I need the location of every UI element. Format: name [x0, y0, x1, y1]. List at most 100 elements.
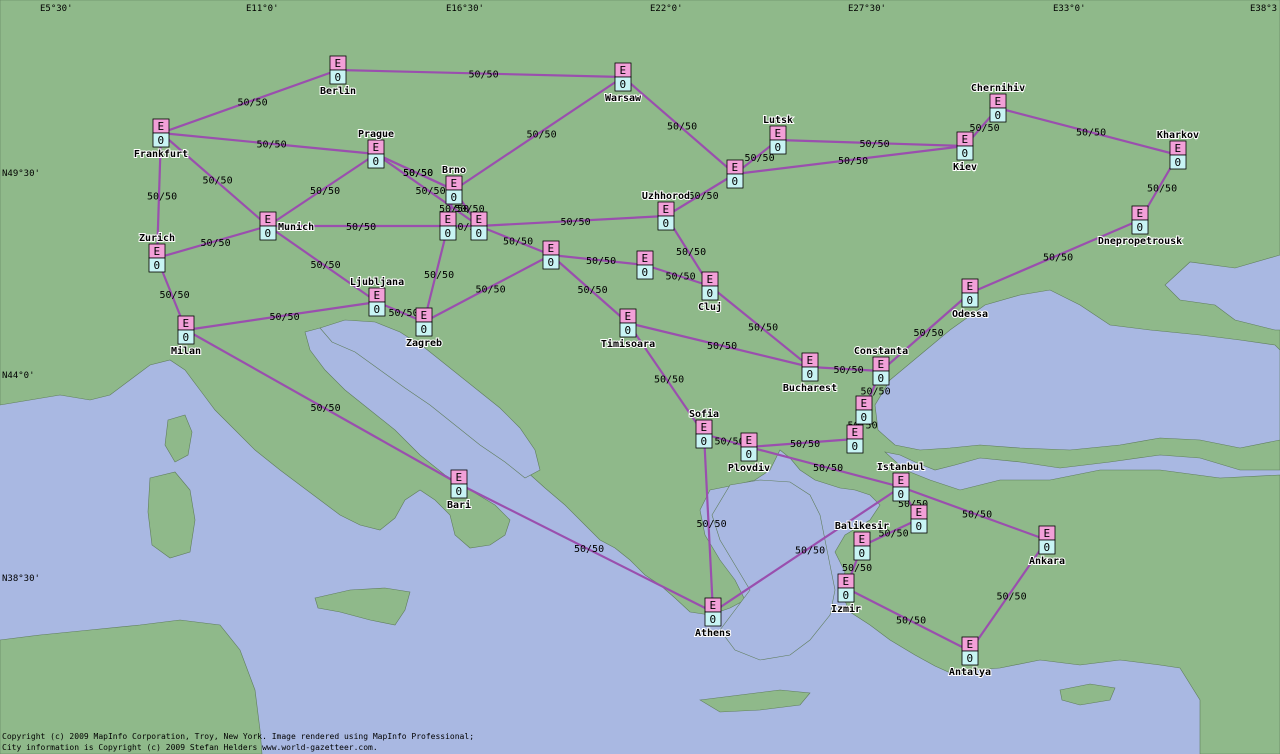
node-box-bottom-text: 0 — [445, 227, 452, 240]
link-capacity-label: 50/50 — [838, 156, 868, 167]
node-box-bottom-text: 0 — [859, 547, 866, 560]
node-name-label: Antalya — [949, 667, 991, 678]
link-capacity-label: 50/50 — [707, 341, 737, 352]
node-budapest[interactable]: E0 — [542, 240, 560, 270]
node-name-label: Bucharest — [783, 383, 837, 394]
node-box-bottom-text: 0 — [1175, 156, 1182, 169]
node-box-bottom-text: 0 — [451, 191, 458, 204]
link-capacity-label: 50/50 — [676, 247, 706, 258]
node-name-label: Cluj — [698, 301, 722, 313]
node-box-bottom-text: 0 — [775, 141, 782, 154]
link-capacity-label: 50/50 — [1076, 128, 1106, 139]
node-box-bottom-text: 0 — [746, 448, 753, 461]
node-box-top-text: E — [456, 471, 463, 484]
node-box-top-text: E — [1175, 142, 1182, 155]
node-box-bottom-text: 0 — [476, 227, 483, 240]
link-capacity-label: 50/50 — [346, 222, 376, 233]
node-box-top-text: E — [451, 177, 458, 190]
node-varna[interactable]: E0 — [855, 395, 873, 425]
coord-left-label: N49°30' — [2, 169, 40, 179]
copyright-notice: Copyright (c) 2009 MapInfo Corporation, … — [2, 731, 474, 753]
node-burgas[interactable]: E0 — [846, 424, 864, 454]
node-box-top-text: E — [642, 252, 649, 265]
node-box-bottom-text: 0 — [701, 435, 708, 448]
copyright-line: Copyright (c) 2009 MapInfo Corporation, … — [2, 732, 475, 741]
node-box-bottom-text: 0 — [878, 372, 885, 385]
node-box-bottom-text: 0 — [807, 368, 814, 381]
node-box-top-text: E — [158, 120, 165, 133]
node-name-label: Dnepropetrousk — [1098, 236, 1182, 247]
node-box-top-text: E — [746, 434, 753, 447]
coord-top-label: E16°30' — [446, 4, 484, 14]
link-capacity-label: 50/50 — [790, 439, 820, 450]
node-lviv[interactable]: E0 — [726, 159, 744, 189]
node-name-label: Bari — [447, 499, 471, 511]
link-capacity-label: 50/50 — [962, 510, 992, 521]
link-capacity-label: 50/50 — [201, 238, 231, 249]
link-capacity-label: 50/50 — [574, 544, 604, 555]
node-box-top-text: E — [154, 245, 161, 258]
link-capacity-label: 50/50 — [654, 375, 684, 386]
node-box-bottom-text: 0 — [663, 217, 670, 230]
link-capacity-label: 50/50 — [748, 323, 778, 334]
node-box-top-text: E — [962, 133, 969, 146]
node-box-bottom-text: 0 — [1137, 221, 1144, 234]
node-box-bottom-text: 0 — [642, 266, 649, 279]
node-box-top-text: E — [335, 57, 342, 70]
coord-left-label: N44°0' — [2, 371, 35, 381]
node-name-label: Frankfurt — [134, 149, 188, 160]
node-box-top-text: E — [967, 280, 974, 293]
node-box-top-text: E — [476, 213, 483, 226]
coord-left-label: N38°30' — [2, 574, 40, 584]
node-bratislava[interactable]: E0 — [470, 211, 488, 241]
node-box-bottom-text: 0 — [421, 323, 428, 336]
link-capacity-label: 50/50 — [403, 168, 433, 179]
link-capacity-label: 50/50 — [424, 270, 454, 281]
link-capacity-label: 50/50 — [795, 546, 825, 557]
node-box-bottom-text: 0 — [967, 652, 974, 665]
link-capacity-label: 50/50 — [469, 70, 499, 81]
node-box-bottom-text: 0 — [456, 485, 463, 498]
map-canvas[interactable]: E5°30' E11°0' E16°30' E22°0' E27°30' E33… — [0, 0, 1280, 754]
node-box-bottom-text: 0 — [732, 175, 739, 188]
copyright-line: City information is Copyright (c) 2009 S… — [2, 743, 378, 752]
node-box-top-text: E — [548, 242, 555, 255]
link-capacity-label: 50/50 — [896, 616, 926, 627]
node-box-top-text: E — [878, 358, 885, 371]
node-box-top-text: E — [445, 213, 452, 226]
node-name-label: Lutsk — [763, 115, 793, 126]
coord-top-label: E11°0' — [246, 4, 279, 14]
link-capacity-label: 50/50 — [147, 192, 177, 203]
node-box-bottom-text: 0 — [962, 147, 969, 160]
node-box-bottom-text: 0 — [548, 256, 555, 269]
link-capacity-label: 50/50 — [311, 403, 341, 414]
node-box-top-text: E — [265, 213, 272, 226]
node-box-bottom-text: 0 — [898, 488, 905, 501]
node-box-bottom-text: 0 — [335, 71, 342, 84]
node-box-bottom-text: 0 — [265, 227, 272, 240]
node-name-label: Istanbul — [877, 462, 925, 473]
node-box-top-text: E — [663, 203, 670, 216]
link-capacity-label: 50/50 — [697, 519, 727, 530]
node-name-label: Izmir — [831, 603, 861, 615]
node-box-top-text: E — [183, 317, 190, 330]
node-box-top-text: E — [710, 599, 717, 612]
link-capacity-label: 50/50 — [561, 217, 591, 228]
node-vienna[interactable]: E0 — [439, 211, 457, 241]
node-name-label: Odessa — [952, 309, 988, 320]
link-capacity-label: 50/50 — [1043, 253, 1073, 264]
node-name-label: Berlin — [320, 85, 356, 97]
link-capacity-label: 50/50 — [586, 256, 616, 267]
link-capacity-label: 50/50 — [203, 176, 233, 187]
link-capacity-label: 50/50 — [476, 285, 506, 296]
node-box-bottom-text: 0 — [374, 303, 381, 316]
node-box-bottom-text: 0 — [1044, 541, 1051, 554]
node-debrecen[interactable]: E0 — [636, 250, 654, 280]
node-bursa[interactable]: E0 — [910, 504, 928, 534]
node-box-top-text: E — [1044, 527, 1051, 540]
node-box-top-text: E — [625, 310, 632, 323]
node-name-label: Ljubljana — [350, 276, 404, 288]
link-capacity-label: 50/50 — [715, 437, 745, 448]
node-box-bottom-text: 0 — [620, 78, 627, 91]
link-capacity-label: 50/50 — [860, 139, 890, 150]
